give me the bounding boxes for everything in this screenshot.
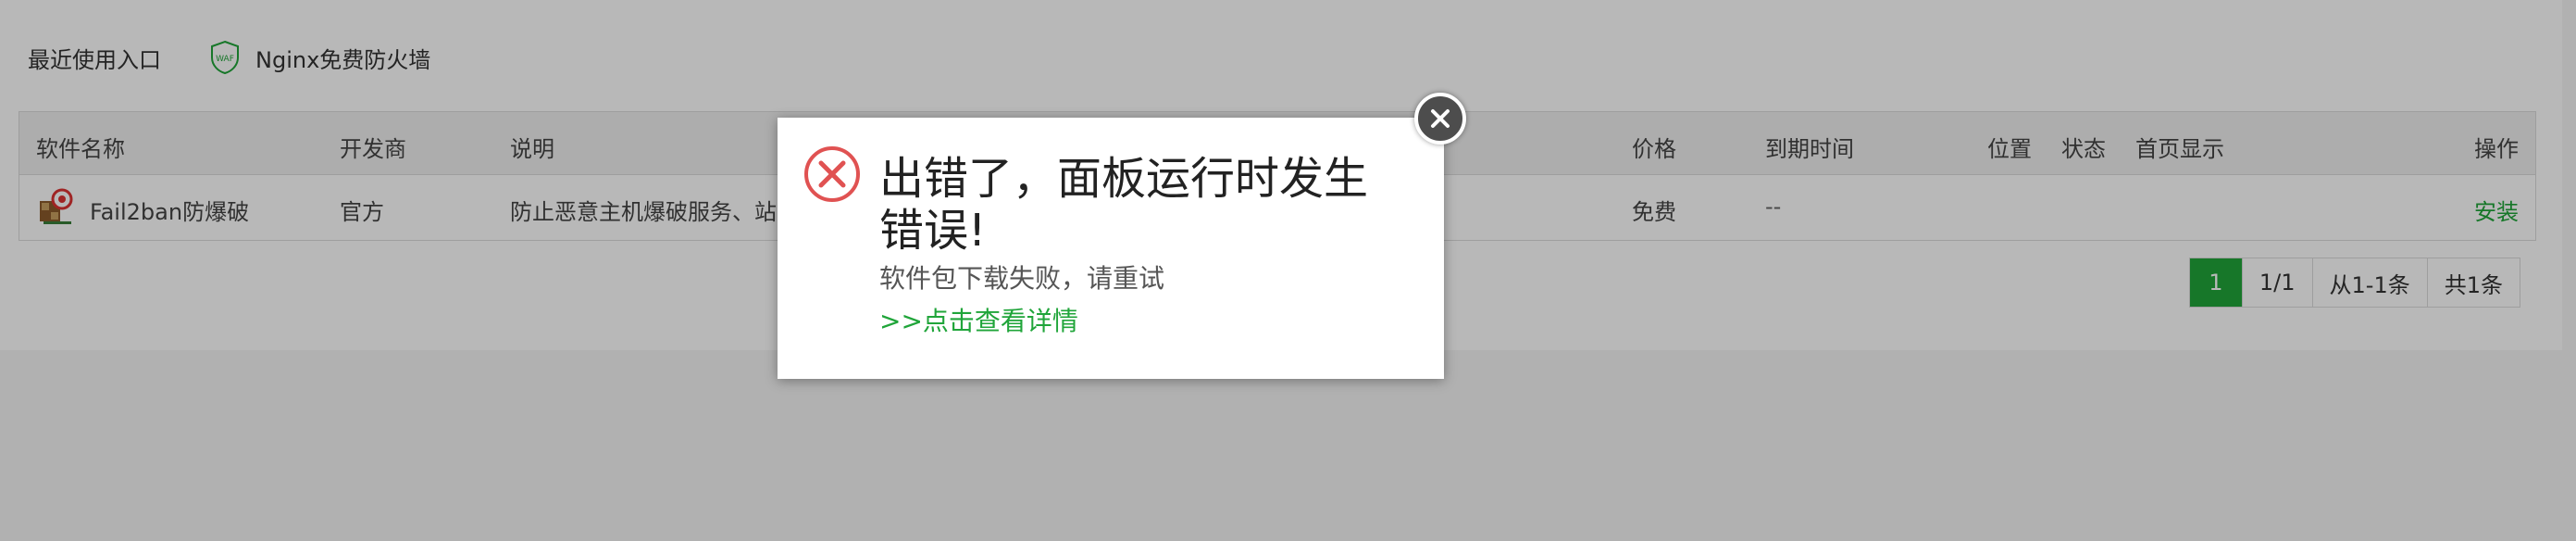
error-title: 出错了，面板运行时发生错误! xyxy=(879,153,1369,257)
error-dialog: 出错了，面板运行时发生错误! 软件包下载失败，请重试 >>点击查看详情 xyxy=(778,118,1444,379)
error-message: 软件包下载失败，请重试 xyxy=(879,263,1165,294)
view-details-link[interactable]: >>点击查看详情 xyxy=(879,301,1078,338)
dialog-close-button[interactable] xyxy=(1414,93,1466,145)
close-icon xyxy=(1431,109,1450,128)
error-circle-icon xyxy=(804,146,860,202)
